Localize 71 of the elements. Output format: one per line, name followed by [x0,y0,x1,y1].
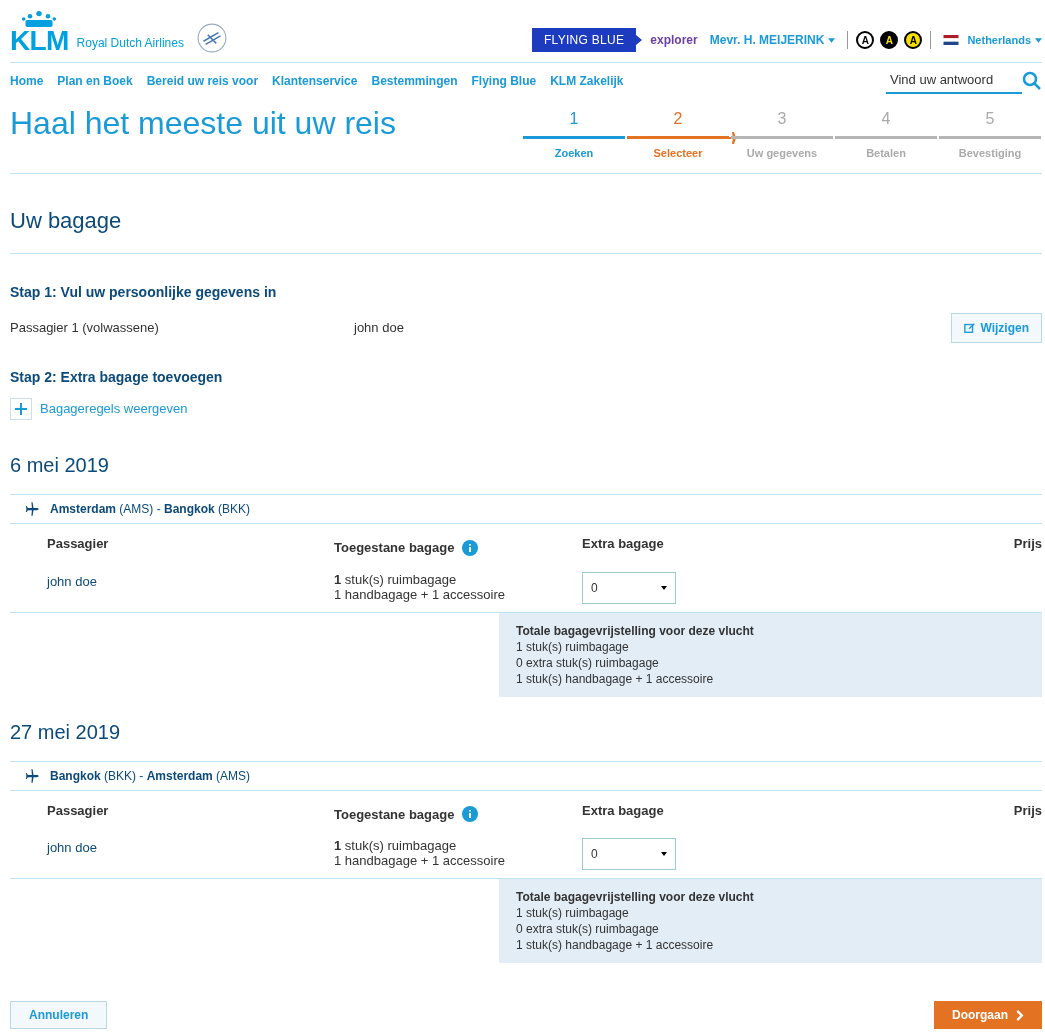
edit-button[interactable]: Wijzigen [951,313,1042,343]
flight-date: 27 mei 2019 [10,719,122,745]
caret-icon [828,37,836,43]
column-header: Extra bagage [582,801,665,820]
summary-title: Totale bagagevrijstelling voor deze vlucht [516,889,755,905]
continue-button[interactable]: Doorgaan [934,1001,1042,1029]
progress-step: 3 Uw gegevens [730,106,834,161]
summary-title: Totale bagagevrijstelling voor deze vlucht [516,622,755,639]
summary-text: 0 extra stuk(s) ruimbagage [516,654,660,671]
allowance-text: 1 handbagage + 1 accessoire [334,586,506,602]
passenger-name: john doe [47,572,98,591]
info-icon[interactable] [462,539,479,556]
passenger-label: Passagier 1 (volwassene) [10,319,160,338]
flight-date: 6 mei 2019 [10,453,110,478]
info-icon[interactable] [462,806,479,823]
plus-icon [15,403,27,415]
progress-step: 1 Zoeken [522,106,626,161]
page-title: Haal het meeste uit uw reis [10,104,396,143]
allowance-text: 1 stuk(s) ruimbagage [334,571,458,587]
nav-link[interactable]: Plan en Boek [57,72,133,90]
column-header: Extra bagage [582,535,665,553]
progress-step: 4 Betalen [834,106,938,161]
column-header: Prijs [1013,801,1042,820]
nav-link[interactable]: Home [10,72,44,90]
chevron-right-icon [1016,1009,1024,1021]
flag-icon [943,35,960,45]
summary-text: 1 stuk(s) ruimbagage [516,905,630,921]
passenger-name: john doe [47,839,98,857]
contrast-toggle[interactable]: A [904,31,923,49]
extra-baggage-select[interactable]: 0 [582,571,676,604]
allowance-text: 1 handbagage + 1 accessoire [334,853,506,868]
nav-link[interactable]: Bereid uw reis voor [146,72,259,90]
summary-text: 0 extra stuk(s) ruimbagage [516,921,660,937]
caret-icon [1035,37,1042,43]
logo-tagline: Royal Dutch Airlines [76,35,184,52]
flight-route: Bangkok (BKK) - Amsterdam (AMS) [50,767,251,785]
country-selector[interactable]: Netherlands [967,31,1042,49]
baggage-rules-toggle[interactable]: Bagageregels weergeven [10,398,188,420]
section-title: Uw bagage [10,174,1042,254]
loyalty-badge[interactable]: FLYING BLUE [531,28,637,52]
search-field[interactable]: Vind uw antwoord [886,68,1022,94]
extra-baggage-select[interactable]: 0 [582,838,676,870]
nav-link[interactable]: Bestemmingen [371,72,458,90]
nav-link[interactable]: Klantenservice [272,72,358,90]
passenger-name: john doe [354,319,405,338]
step-heading: Stap 1: Vul uw persoonlijke gegevens in [10,283,278,302]
nav-link[interactable]: Flying Blue [471,72,537,90]
flight-route: Amsterdam (AMS) - Bangkok (BKK) [50,501,251,518]
column-header: Passagier [47,535,110,553]
contrast-toggle[interactable]: A [880,31,899,49]
cancel-button[interactable]: Annuleren [10,1001,108,1029]
column-header: Prijs [1013,535,1042,553]
summary-text: 1 stuk(s) handbagage + 1 accessoire [516,937,715,953]
progress-step: 2 Selecteer [626,106,730,161]
progress-step: 5 Bevestiging [938,106,1042,161]
crown-icon [20,10,59,28]
step-heading: Stap 2: Extra bagage toevoegen [10,368,224,387]
column-header: Passagier [47,801,110,820]
summary-text: 1 stuk(s) ruimbagage [516,638,630,655]
allowance-text: 1 stuk(s) ruimbagage [334,838,458,853]
column-header: Toegestane bagage [334,539,455,557]
user-menu[interactable]: Mevr. H. MEIJERINK [709,31,836,49]
search-icon[interactable] [1022,71,1042,91]
contrast-toggle[interactable]: A [856,31,875,49]
nav-link[interactable]: KLM Zakelijk [550,72,624,90]
klm-logo: KLM [10,28,69,54]
tier-label: explorer [650,32,698,49]
alliance-logo-icon [195,22,228,54]
edit-icon [964,322,977,334]
summary-text: 1 stuk(s) handbagage + 1 accessoire [516,670,715,687]
column-header: Toegestane bagage [334,805,455,824]
